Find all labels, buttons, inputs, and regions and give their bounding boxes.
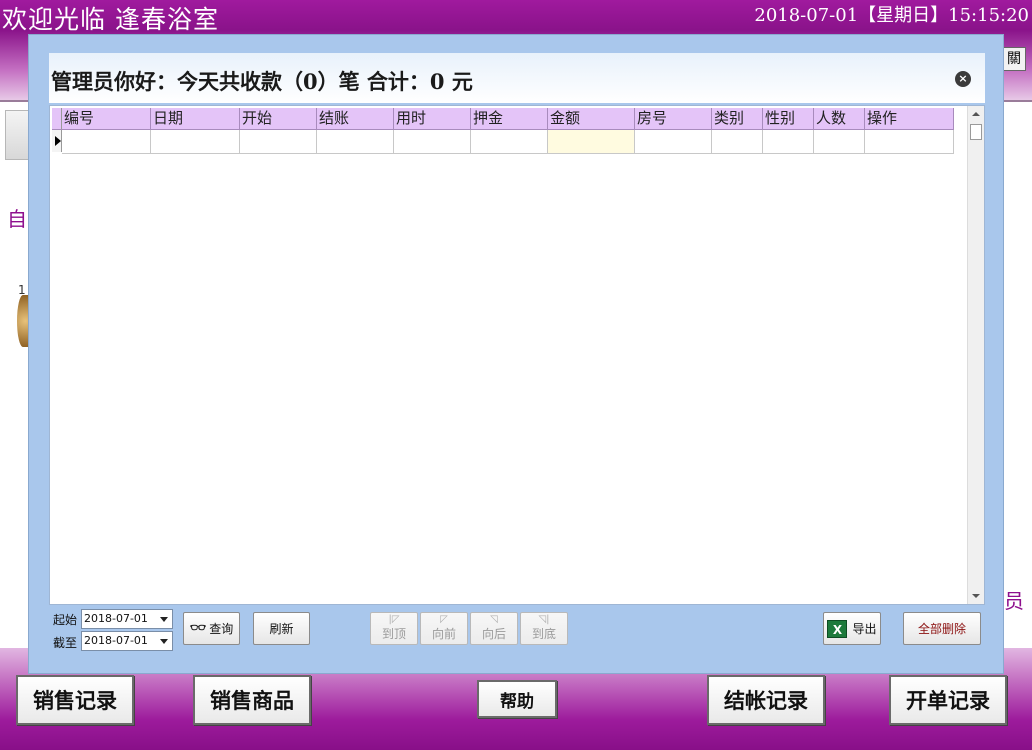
- end-date-label: 截至: [53, 636, 78, 650]
- delete-all-button[interactable]: 全部删除: [903, 612, 981, 645]
- column-header[interactable]: 结账: [317, 108, 394, 130]
- column-header[interactable]: 开始: [240, 108, 317, 130]
- table-cell[interactable]: [635, 130, 712, 154]
- scroll-down-icon[interactable]: [972, 594, 980, 598]
- prev-label: 向前: [431, 627, 456, 641]
- column-header[interactable]: 用时: [394, 108, 471, 130]
- start-date-picker[interactable]: 2018-07-01: [81, 609, 173, 629]
- end-date-value: 2018-07-01: [84, 634, 148, 647]
- next-label: 向后: [481, 627, 506, 641]
- table-cell[interactable]: [471, 130, 548, 154]
- refresh-button[interactable]: 刷新: [253, 612, 310, 645]
- first-label: 到顶: [381, 627, 406, 641]
- scroll-up-icon[interactable]: [972, 112, 980, 116]
- checkout-records-button[interactable]: 结帐记录: [707, 675, 825, 725]
- chevron-down-icon[interactable]: [160, 617, 168, 622]
- excel-icon: X: [827, 619, 848, 638]
- table-cell[interactable]: [548, 130, 635, 154]
- table-cell[interactable]: [763, 130, 814, 154]
- table-row[interactable]: [52, 130, 954, 154]
- row-indicator-arrow-icon: [52, 130, 62, 152]
- first-icon: |◸: [388, 614, 400, 625]
- scroll-thumb[interactable]: [970, 124, 982, 140]
- vertical-scrollbar[interactable]: [967, 106, 984, 604]
- dialog-title: 管理员你好：今天共收款（0）笔 合计：0 元: [51, 69, 473, 94]
- column-header[interactable]: 押金: [471, 108, 548, 130]
- table-cell[interactable]: [240, 130, 317, 154]
- sales-goods-button[interactable]: 销售商品: [193, 675, 311, 725]
- order-records-button[interactable]: 开单记录: [889, 675, 1007, 725]
- start-date-value: 2018-07-01: [84, 612, 148, 625]
- row-indicator-header: [52, 108, 62, 130]
- background-close-button[interactable]: 關: [1002, 47, 1026, 71]
- query-button[interactable]: 👓︎ 查询: [183, 612, 240, 645]
- column-header[interactable]: 性别: [763, 108, 814, 130]
- column-header[interactable]: 编号: [62, 108, 151, 130]
- close-icon[interactable]: ×: [955, 71, 971, 87]
- app-title: 欢迎光临 逢春浴室: [2, 5, 219, 34]
- app-clock: 2018-07-01【星期日】15:15:20: [754, 5, 1029, 26]
- binoculars-icon: 👓︎: [189, 621, 207, 636]
- background-label-left: 自: [7, 207, 27, 231]
- table-cell[interactable]: [151, 130, 240, 154]
- export-button[interactable]: X 导出: [823, 612, 881, 645]
- export-label: 导出: [852, 622, 877, 636]
- column-header[interactable]: 房号: [635, 108, 712, 130]
- column-header[interactable]: 日期: [151, 108, 240, 130]
- column-header[interactable]: 金额: [548, 108, 635, 130]
- prev-record-button[interactable]: ◸ 向前: [420, 612, 468, 645]
- table-cell[interactable]: [317, 130, 394, 154]
- table-cell[interactable]: [394, 130, 471, 154]
- column-header[interactable]: 操作: [865, 108, 954, 130]
- last-label: 到底: [531, 627, 556, 641]
- chevron-down-icon[interactable]: [160, 639, 168, 644]
- end-date-picker[interactable]: 2018-07-01: [81, 631, 173, 651]
- refresh-label: 刷新: [269, 622, 294, 636]
- next-icon: ◹: [490, 614, 498, 625]
- query-label: 查询: [209, 622, 234, 636]
- first-record-button[interactable]: |◸ 到顶: [370, 612, 418, 645]
- dialog-header: 管理员你好：今天共收款（0）笔 合计：0 元 ×: [49, 53, 985, 103]
- last-record-button[interactable]: ◹| 到底: [520, 612, 568, 645]
- background-label-right: 员: [1004, 589, 1024, 613]
- column-header[interactable]: 类别: [712, 108, 763, 130]
- table-cell[interactable]: [62, 130, 151, 154]
- column-header[interactable]: 人数: [814, 108, 865, 130]
- table-cell[interactable]: [814, 130, 865, 154]
- table-cell[interactable]: [865, 130, 954, 154]
- start-date-label: 起始: [53, 613, 78, 627]
- records-grid[interactable]: 编号 日期 开始 结账 用时 押金 金额 房号 类别 性别 人数 操作: [49, 105, 985, 605]
- delete-all-label: 全部删除: [917, 622, 966, 636]
- sales-records-button[interactable]: 销售记录: [16, 675, 134, 725]
- last-icon: ◹|: [538, 614, 550, 625]
- prev-icon: ◸: [440, 614, 448, 625]
- table-cell[interactable]: [712, 130, 763, 154]
- next-record-button[interactable]: ◹ 向后: [470, 612, 518, 645]
- grid-header: 编号 日期 开始 结账 用时 押金 金额 房号 类别 性别 人数 操作: [52, 108, 954, 130]
- help-button[interactable]: 帮助: [477, 680, 557, 718]
- records-dialog: 管理员你好：今天共收款（0）笔 合计：0 元 × 编号 日期 开始 结账 用时 …: [28, 34, 1004, 674]
